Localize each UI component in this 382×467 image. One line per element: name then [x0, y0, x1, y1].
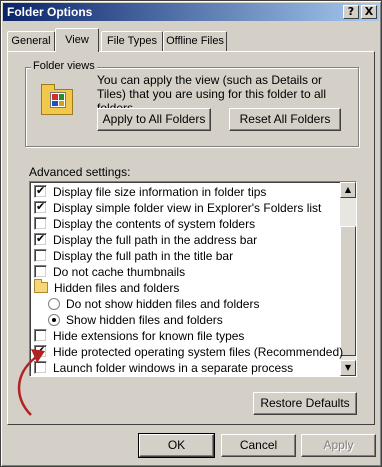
scroll-thumb[interactable] — [340, 226, 356, 356]
advanced-option-checkbox[interactable]: Display the full path in the title bar — [34, 248, 233, 264]
checked-checkbox-icon[interactable] — [34, 199, 47, 215]
advanced-settings-list[interactable]: ▲ ▼ Display file size information in fol… — [29, 181, 357, 377]
restore-defaults-button[interactable]: Restore Defaults — [253, 392, 357, 415]
advanced-option-checkbox[interactable]: Display the full path in the address bar — [34, 231, 258, 248]
tab-offline-files[interactable]: Offline Files — [163, 31, 227, 51]
advanced-option-checkbox[interactable]: Launch folder windows in a separate proc… — [34, 360, 293, 376]
radio-icon[interactable] — [48, 298, 60, 310]
advanced-option-label: Display the full path in the address bar — [53, 233, 258, 247]
advanced-option-checkbox[interactable]: Display simple folder view in Explorer's… — [34, 199, 322, 216]
title-bar: Folder Options — [3, 3, 379, 21]
unchecked-checkbox-icon[interactable] — [34, 249, 47, 262]
help-button[interactable]: ? — [343, 5, 359, 19]
advanced-option-label: Display file size information in folder … — [53, 185, 267, 199]
advanced-option-label: Launch folder windows in a separate proc… — [53, 361, 294, 375]
advanced-option-label: Hidden files and folders — [54, 281, 180, 295]
folder-views-label: Folder views — [31, 60, 97, 72]
apply-button[interactable]: Apply — [301, 434, 376, 457]
close-button[interactable]: X — [361, 5, 377, 19]
tab-view[interactable]: View — [55, 28, 99, 52]
advanced-option-label: Do not cache thumbnails — [53, 265, 186, 279]
advanced-settings-label: Advanced settings: — [29, 165, 131, 179]
advanced-option-label: Do not show hidden files and folders — [66, 297, 260, 311]
scroll-down-arrow-icon[interactable]: ▼ — [340, 360, 356, 376]
folder-icon — [34, 279, 48, 293]
advanced-option-label: Hide extensions for known file types — [53, 329, 245, 343]
advanced-option-radio[interactable]: Do not show hidden files and folders — [48, 296, 259, 312]
scroll-up-arrow-icon[interactable]: ▲ — [340, 182, 356, 198]
folder-options-dialog: Folder Options ? X General View File Typ… — [0, 0, 382, 467]
apply-to-all-folders-button[interactable]: Apply to All Folders — [97, 108, 211, 131]
unchecked-checkbox-icon[interactable] — [34, 217, 47, 230]
advanced-option-checkbox[interactable]: Hide extensions for known file types — [34, 328, 244, 344]
advanced-option-label: Show hidden files and folders — [66, 313, 223, 327]
tab-view-label: View — [65, 34, 89, 46]
advanced-option-label: Display simple folder view in Explorer's… — [53, 201, 322, 215]
folder-views-icon — [41, 84, 73, 115]
cancel-button[interactable]: Cancel — [221, 434, 296, 457]
tab-file-types[interactable]: File Types — [101, 31, 163, 51]
checked-checkbox-icon[interactable] — [34, 183, 47, 199]
advanced-option-checkbox[interactable]: Hide protected operating system files (R… — [34, 343, 344, 360]
tab-general-label: General — [11, 35, 51, 47]
window-title: Folder Options — [7, 5, 93, 19]
advanced-option-folder: Hidden files and folders — [34, 279, 180, 296]
advanced-option-label: Display the full path in the title bar — [53, 249, 234, 263]
advanced-option-label: Display the contents of system folders — [53, 217, 256, 231]
tab-offline-files-label: Offline Files — [166, 35, 224, 47]
checked-checkbox-icon[interactable] — [34, 231, 47, 247]
annotation-arrow-icon — [17, 349, 45, 416]
tab-file-types-label: File Types — [107, 35, 157, 47]
advanced-option-label: Hide protected operating system files (R… — [53, 345, 344, 359]
reset-all-folders-button[interactable]: Reset All Folders — [229, 108, 341, 131]
unchecked-checkbox-icon[interactable] — [34, 265, 47, 278]
advanced-option-checkbox[interactable]: Display file size information in folder … — [34, 183, 267, 200]
advanced-option-radio[interactable]: Show hidden files and folders — [48, 312, 223, 328]
selected-radio-icon[interactable] — [48, 314, 60, 326]
ok-button[interactable]: OK — [138, 433, 215, 458]
advanced-option-checkbox[interactable]: Display the contents of system folders — [34, 216, 255, 232]
advanced-option-checkbox[interactable]: Do not cache thumbnails — [34, 264, 185, 280]
tab-general[interactable]: General — [7, 31, 55, 51]
